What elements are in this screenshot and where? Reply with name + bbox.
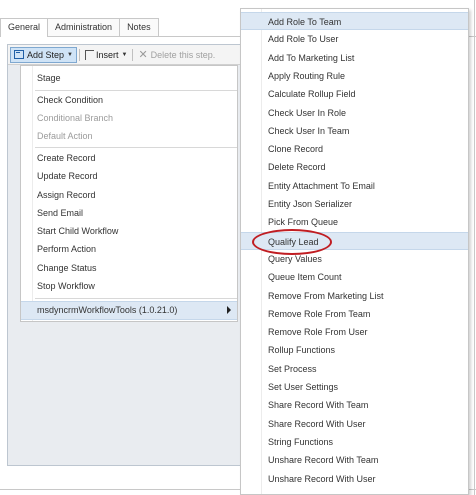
submenu-item-label: Share Record With Team <box>268 400 369 411</box>
menu-item-workflow-tools[interactable]: msdyncrmWorkflowTools (1.0.21.0) <box>37 302 177 319</box>
tab-strip: General Administration Notes <box>0 18 159 37</box>
submenu-arrow-icon <box>227 306 231 314</box>
submenu-item-unshare-record-with-user[interactable]: Unshare Record With User <box>241 470 468 488</box>
submenu-item-remove-role-from-team[interactable]: Remove Role From Team <box>241 305 468 323</box>
tab-administration[interactable]: Administration <box>47 18 121 36</box>
chevron-down-icon: ▼ <box>67 51 73 58</box>
submenu-item-set-user-settings[interactable]: Set User Settings <box>241 378 468 396</box>
menu-item-change-status[interactable]: Change Status <box>37 260 97 277</box>
menu-item-perform-action[interactable]: Perform Action <box>37 241 96 258</box>
frame-border <box>474 0 475 495</box>
submenu-item-qualify-lead[interactable]: Qualify Lead <box>241 231 468 250</box>
submenu-item-entity-attachment-to-email[interactable]: Entity Attachment To Email <box>241 177 468 195</box>
submenu-item-remove-role-from-user[interactable]: Remove Role From User <box>241 323 468 341</box>
submenu-item-add-role-to-user[interactable]: Add Role To User <box>241 30 468 48</box>
submenu-item-share-record-with-team[interactable]: Share Record With Team <box>241 396 468 414</box>
add-step-label: Add Step <box>27 49 65 60</box>
submenu-item-string-functions[interactable]: String Functions <box>241 433 468 451</box>
tab-general[interactable]: General <box>0 18 49 37</box>
tab-notes[interactable]: Notes <box>119 18 159 36</box>
submenu-item-label: Rollup Functions <box>268 345 336 356</box>
menu-separator <box>35 147 237 148</box>
toolbar-separator <box>78 48 80 61</box>
add-step-button[interactable]: Add Step ▼ <box>10 46 77 63</box>
menu-item-check-condition[interactable]: Check Condition <box>37 92 103 109</box>
submenu-item-calculate-rollup-field[interactable]: Calculate Rollup Field <box>241 85 468 103</box>
insert-button[interactable]: Insert ▼ <box>82 47 130 63</box>
submenu-item-label: Set Process <box>268 363 317 374</box>
submenu-item-label: Unshare Record With User <box>268 473 376 484</box>
submenu-item-apply-routing-rule[interactable]: Apply Routing Rule <box>241 67 468 85</box>
submenu-item-label: Entity Attachment To Email <box>268 180 375 191</box>
submenu-item-label: Add Role To Team <box>268 17 342 27</box>
submenu-item-label: Entity Json Serializer <box>268 199 353 209</box>
menu-item-update-record[interactable]: Update Record <box>37 168 98 185</box>
step-toolbar: Add Step ▼ Insert ▼ ✕ Delete this step. <box>8 45 248 65</box>
workflow-tools-submenu: Add Role To Team Add Role To User Add To M… <box>240 8 469 495</box>
submenu-item-label: Calculate Rollup Field <box>268 89 356 100</box>
submenu-item-label: Remove Role From Team <box>268 308 371 319</box>
submenu-item-entity-json-serializer[interactable]: Entity Json Serializer <box>241 195 468 213</box>
submenu-item-label: Set User Settings <box>268 382 339 392</box>
submenu-item-query-values[interactable]: Query Values <box>241 250 468 268</box>
workflow-designer: General Administration Notes Add Step ▼ … <box>0 0 476 495</box>
toolbar-separator <box>132 48 134 61</box>
menu-item-send-email[interactable]: Send Email <box>37 205 83 222</box>
submenu-item-check-user-in-role[interactable]: Check User In Role <box>241 104 468 122</box>
delete-step-button[interactable]: ✕ Delete this step. <box>135 47 218 63</box>
submenu-item-remove-from-marketing-list[interactable]: Remove From Marketing List <box>241 287 468 305</box>
submenu-item-add-to-marketing-list[interactable]: Add To Marketing List <box>241 49 468 67</box>
submenu-item-label: Remove Role From User <box>268 327 368 338</box>
chevron-down-icon: ▼ <box>121 51 128 58</box>
submenu-item-label: Apply Routing Rule <box>268 70 346 81</box>
submenu-item-label: Clone Record <box>268 144 324 155</box>
menu-separator <box>35 298 237 299</box>
submenu-item-label: Check User In Team <box>268 125 350 136</box>
submenu-item-add-role-to-team[interactable]: Add Role To Team <box>241 12 468 30</box>
submenu-item-label: Remove From Marketing List <box>268 290 384 301</box>
add-step-icon <box>14 50 24 59</box>
submenu-item-label: Share Record With User <box>268 418 366 429</box>
submenu-item-share-record-with-user[interactable]: Share Record With User <box>241 415 468 433</box>
delete-step-label: Delete this step. <box>150 49 216 60</box>
insert-label: Insert <box>95 49 119 60</box>
submenu-item-check-user-in-team[interactable]: Check User In Team <box>241 122 468 140</box>
submenu-item-label: Delete Record <box>268 162 326 173</box>
submenu-item-label: Add To Marketing List <box>268 52 355 63</box>
submenu-item-delete-record[interactable]: Delete Record <box>241 158 468 176</box>
menu-item-create-record[interactable]: Create Record <box>37 150 96 167</box>
menu-separator <box>35 90 237 91</box>
menu-item-default-action: Default Action <box>37 131 93 141</box>
menu-gutter <box>32 66 33 321</box>
close-icon: ✕ <box>138 48 148 61</box>
submenu-item-label: String Functions <box>268 436 334 447</box>
submenu-item-unshare-record-with-team[interactable]: Unshare Record With Team <box>241 451 468 469</box>
submenu-item-label: Query Values <box>268 253 322 264</box>
menu-item-stage[interactable]: Stage <box>37 70 61 87</box>
submenu-item-label: Check User In Role <box>268 107 347 118</box>
submenu-item-label: Qualify Lead <box>268 236 319 247</box>
submenu-item-rollup-functions[interactable]: Rollup Functions <box>241 341 468 359</box>
menu-item-stop-workflow[interactable]: Stop Workflow <box>37 278 95 295</box>
add-step-menu: Stage Check Condition Conditional Branch… <box>20 65 238 322</box>
insert-icon <box>84 49 94 60</box>
submenu-item-set-process[interactable]: Set Process <box>241 360 468 378</box>
menu-item-conditional-branch: Conditional Branch <box>37 113 114 123</box>
submenu-item-pick-from-queue[interactable]: Pick From Queue <box>241 213 468 231</box>
submenu-item-label: Unshare Record With Team <box>268 455 379 466</box>
menu-item-assign-record[interactable]: Assign Record <box>37 187 96 204</box>
menu-item-start-child-workflow[interactable]: Start Child Workflow <box>37 223 118 240</box>
submenu-item-label: Add Role To User <box>268 34 339 45</box>
submenu-item-label: Queue Item Count <box>268 272 342 283</box>
submenu-item-queue-item-count[interactable]: Queue Item Count <box>241 268 468 286</box>
submenu-item-label: Pick From Queue <box>268 217 339 228</box>
submenu-item-clone-record[interactable]: Clone Record <box>241 140 468 158</box>
